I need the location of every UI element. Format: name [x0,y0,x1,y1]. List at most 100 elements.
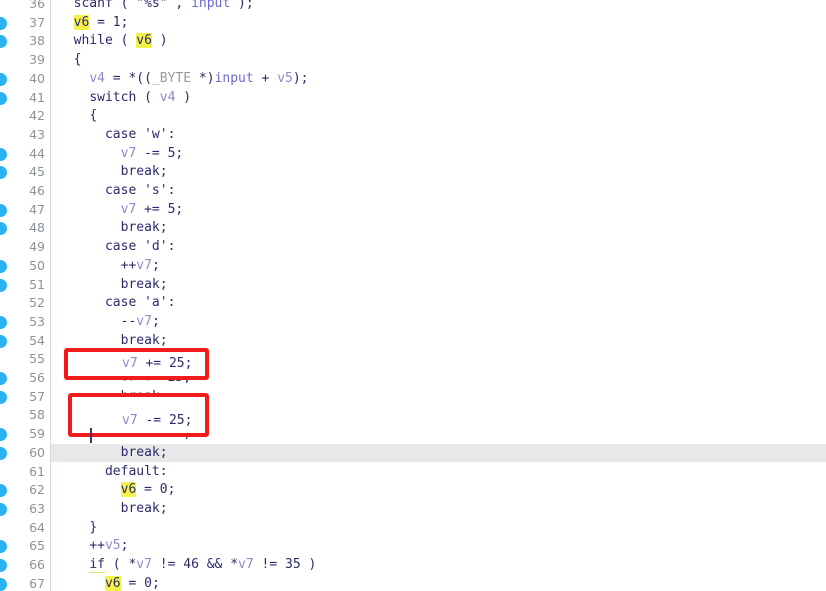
code-token: v7 [136,313,152,329]
code-token: = *(( [104,70,152,86]
code-token: 35 [285,557,301,572]
code-token: ; [167,482,176,498]
code-line[interactable]: default: [0,463,826,482]
code-line[interactable]: { [0,51,826,70]
line-number: 64 [29,519,45,535]
code-token: ; [151,257,160,273]
code-line[interactable]: case 'd': [0,238,826,257]
code-line-text: scanf ( "%s" , input ); [74,0,254,14]
code-token: _BYTE [151,70,192,86]
highlighted-identifier: v6 [73,14,90,30]
line-number: 36 [29,0,45,11]
code-token: case [104,126,137,142]
line-number: 59 [29,426,45,442]
annotation-box-y-case-text: v7 -= 25; [122,412,192,431]
code-line[interactable]: break; [0,219,826,238]
code-token: v7 [120,145,137,161]
code-line-current[interactable]: break; [0,443,826,463]
code-token: ; [151,313,160,329]
code-line[interactable]: v4 = *((_BYTE *)input + v5); [0,70,826,89]
code-token: 0 [144,575,152,591]
code-token: ; [159,276,168,292]
code-line[interactable]: ++v7; [0,257,826,276]
code-token: != [253,557,286,572]
code-line[interactable]: v6 = 0; [0,575,826,591]
line-number: 44 [29,145,45,161]
line-number: 54 [29,332,45,348]
code-line[interactable]: break; [0,163,826,182]
code-line[interactable]: --v7; [0,313,826,332]
code-token: 46 [183,557,199,572]
code-token: : [159,463,168,479]
code-token: break [120,500,160,516]
code-token: && * [198,557,239,572]
code-token: v4 [89,70,105,86]
code-line-text: v7 -= 5; [121,145,184,164]
line-number: 65 [29,538,45,554]
code-token: + [253,70,278,86]
code-token: ; [175,201,184,217]
code-line-text: case 'w': [105,126,175,145]
code-line[interactable]: ++v5; [0,537,826,556]
code-token: default [104,463,160,479]
code-token: ++ [120,257,137,273]
code-line[interactable]: { [0,107,826,126]
code-token: break [120,332,160,348]
code-line-text: } [89,519,97,538]
code-token: if [89,557,105,573]
code-token: { [89,108,98,124]
code-token: ; [159,332,168,348]
code-line[interactable]: case 'w': [0,126,826,145]
code-token: "%s" [136,0,168,11]
code-line-text: { [74,51,82,70]
highlighted-identifier: v6 [104,575,121,591]
code-token: = [120,575,145,591]
code-token: ; [175,145,184,161]
code-line[interactable]: v7 -= 5; [0,145,826,164]
code-line[interactable]: break; [0,500,826,519]
code-line[interactable]: } [0,519,826,538]
code-line[interactable]: while ( v6 ) [0,32,826,51]
pseudocode-editor[interactable]: scanf ( "%s" , input ); v6 = 1; while ( v6… [0,0,826,591]
code-line[interactable]: v6 = 0; [0,481,826,500]
code-line-text: case 'd': [105,238,175,257]
code-token: v5 [277,70,293,86]
code-line-text: while ( v6 ) [74,32,168,51]
line-number: 46 [29,183,45,198]
line-number: 48 [29,220,45,236]
code-line[interactable]: v6 = 1; [0,14,826,33]
code-token: while [73,33,113,49]
code-token: = [89,14,113,30]
code-line[interactable]: if ( *v7 != 46 && *v7 != 35 ) [0,556,826,575]
code-line[interactable]: v7 += 5; [0,201,826,220]
code-token: -= [137,413,169,428]
code-token: -- [120,313,137,329]
code-token: ) [175,89,192,105]
code-line[interactable]: scanf ( "%s" , input ); [0,0,826,14]
code-token: v7 [122,356,138,371]
highlighted-identifier: v6 [136,33,152,49]
code-line-text: case 's': [105,182,175,201]
code-token: scanf [73,0,113,11]
code-token: ; [120,538,129,554]
code-line[interactable]: break; [0,276,826,295]
code-line-text: ++v5; [89,537,128,556]
code-token: v7 [120,201,137,217]
code-token: : [167,183,176,198]
line-number: 53 [29,313,45,329]
code-line[interactable]: switch ( v4 ) [0,89,826,108]
line-number: 50 [29,257,45,273]
code-token: case [104,295,137,311]
highlighted-identifier: v6 [120,482,137,498]
code-line[interactable]: case 's': [0,182,826,201]
code-token: ; [184,356,193,371]
code-line-text: ++v7; [121,257,160,276]
code-line-text: switch ( v4 ) [89,89,191,108]
code-line-text: v4 = *((_BYTE *)input + v5); [89,70,308,89]
code-line[interactable]: case 'a': [0,294,826,313]
code-token: *) [191,70,215,86]
code-line-text: v6 = 1; [73,14,128,33]
code-token: case [104,183,137,198]
code-line-text: v6 = 0; [120,481,176,500]
